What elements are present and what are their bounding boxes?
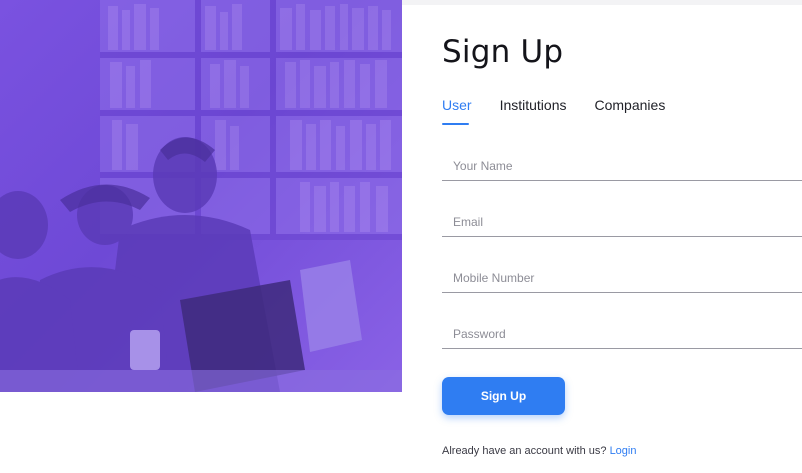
tab-user[interactable]: User [442, 97, 472, 127]
hero-image [0, 0, 402, 392]
tab-institutions[interactable]: Institutions [500, 97, 567, 127]
hero-illustration [0, 0, 402, 392]
top-strip [402, 0, 802, 5]
tab-companies[interactable]: Companies [595, 97, 666, 127]
email-input[interactable] [442, 207, 802, 237]
mobile-number-input[interactable] [442, 263, 802, 293]
page-title: Sign Up [442, 34, 564, 70]
login-prompt-text: Already have an account with us? [442, 445, 607, 457]
login-prompt: Already have an account with us? Login [442, 445, 636, 457]
name-input[interactable] [442, 151, 802, 181]
sign-up-button[interactable]: Sign Up [442, 377, 565, 415]
signup-type-tabs: User Institutions Companies [442, 97, 665, 127]
password-input[interactable] [442, 319, 802, 349]
login-link[interactable]: Login [610, 445, 637, 457]
